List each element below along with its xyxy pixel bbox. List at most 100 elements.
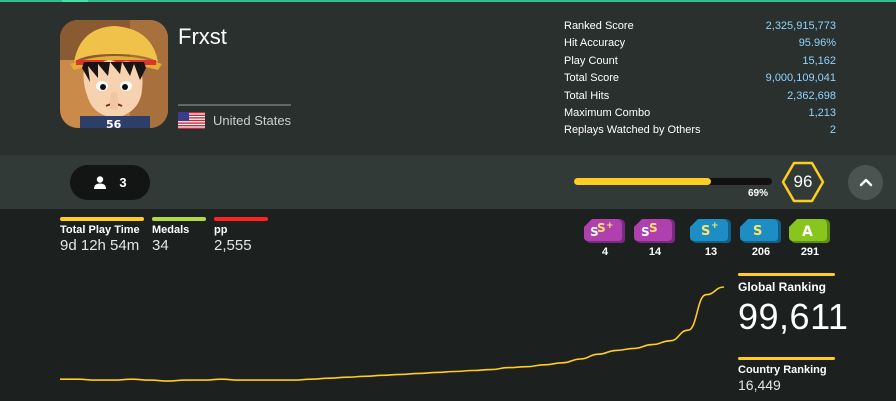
grade-s-plus-icon: S + [690,219,731,243]
rank-history-point[interactable] [183,377,189,383]
stat-play-count: Play Count 15,162 [564,55,836,72]
pp-bar [214,217,268,221]
play-time-label: Total Play Time [60,224,140,236]
rank-history-point[interactable] [721,284,727,290]
rank-history-point[interactable] [506,365,512,371]
info-medals: Medals 34 [152,217,206,254]
global-ranking-label: Global Ranking [738,280,827,294]
info-play-time: Total Play Time 9d 12h 54m [60,217,144,254]
friends-count: 3 [119,175,127,190]
rank-history-point[interactable] [165,378,171,384]
rank-history-point[interactable] [577,356,583,362]
svg-text:A: A [802,224,813,240]
stat-label: Play Count [564,54,618,67]
grade-count: 291 [800,246,820,258]
svg-text:+: + [711,221,719,231]
us-flag-icon [178,112,205,129]
anime-character-avatar-icon: 56 [60,20,168,128]
rank-history-point[interactable] [685,327,691,333]
rank-history-point[interactable] [631,345,637,351]
medals-label: Medals [152,224,190,236]
info-pp: pp 2,555 [214,217,268,254]
rank-history-point[interactable] [219,376,225,382]
grade-counts: S S + 4 S S 14 S + 13 S 206 A 291 [583,217,843,265]
rank-history-point[interactable] [470,368,476,374]
stat-value: 1,213 [808,106,836,119]
rank-history-point[interactable] [649,342,655,348]
rank-history-point[interactable] [398,371,404,377]
username: Frxst [178,24,227,49]
rank-history-point[interactable] [362,373,368,379]
collapse-button[interactable] [848,165,883,200]
rank-history-point[interactable] [667,338,673,344]
medals-bar [152,217,206,221]
rank-history-point[interactable] [75,376,81,382]
rank-history-point[interactable] [129,376,135,382]
rank-history-point[interactable] [434,369,440,375]
rank-history-point[interactable] [559,360,565,366]
rank-history-point[interactable] [595,351,601,357]
grade-ss: S S 14 [633,217,677,258]
rank-history-point[interactable] [416,370,422,376]
medals-value: 34 [152,237,169,254]
stat-label: Replays Watched by Others [564,124,701,137]
rank-history-point[interactable] [308,376,314,382]
country-ranking-label: Country Ranking [738,364,827,376]
rank-history-point[interactable] [111,377,117,383]
rank-history-point[interactable] [57,376,63,382]
rank-history-point[interactable] [236,377,242,383]
grade-s-icon: S [740,219,781,243]
stat-label: Total Hits [564,89,610,102]
grade-sh: S + 13 [689,217,733,258]
svg-text:S: S [597,221,606,235]
rank-history-point[interactable] [524,364,530,370]
rank-history-point[interactable] [272,377,278,383]
stat-replays-watched: Replays Watched by Others 2 [564,124,836,141]
level-progress-percent: 69% [748,188,769,199]
grade-a: A 291 [788,217,832,258]
svg-text:+: + [606,221,614,231]
rank-history-point[interactable] [542,362,548,368]
rank-history-point[interactable] [254,377,260,383]
avatar[interactable]: 56 [60,20,168,128]
grade-count: 14 [648,246,662,258]
grade-a-icon: A [789,219,830,243]
play-time-value: 9d 12h 54m [60,237,140,254]
friends-button[interactable]: 3 [70,165,150,200]
grade-count: 4 [601,246,609,258]
country-ranking-bar [738,357,835,360]
stat-value: 2,362,698 [787,89,836,102]
global-ranking: Global Ranking 99,611 [738,273,848,338]
rank-history-point[interactable] [326,375,332,381]
profile-header: 56 Frxst United States Ranked Score 2,32… [0,2,896,155]
rank-history-point[interactable] [613,347,619,353]
rank-history-point[interactable] [147,377,153,383]
stat-hit-accuracy: Hit Accuracy 95.96% [564,37,836,54]
grade-ss-icon: S S [634,219,675,243]
stat-value: 2 [829,124,836,137]
rank-history-point[interactable] [344,374,350,380]
rank-history-point[interactable] [703,292,709,298]
rank-history-point[interactable] [93,377,99,383]
rank-history-point[interactable] [488,367,494,373]
stat-value: 95.96% [798,37,836,50]
country-name[interactable]: United States [213,113,291,128]
rank-history-line [60,286,725,382]
profile-stats: Ranked Score 2,325,915,773 Hit Accuracy … [564,20,836,142]
svg-text:S: S [701,224,710,239]
profile-main: Total Play Time 9d 12h 54m Medals 34 pp … [0,209,896,401]
level-number: 96 [793,172,813,191]
rank-history-point[interactable] [290,377,296,383]
rank-history-point[interactable] [201,377,207,383]
username-divider [178,104,291,106]
country-ranking-value: 16,449 [738,377,781,393]
global-ranking-value: 99,611 [738,296,849,337]
rank-history-point[interactable] [452,368,458,374]
grade-count: 13 [704,246,718,258]
stat-value: 9,000,109,041 [765,72,836,85]
svg-text:S: S [753,224,762,239]
rank-history-point[interactable] [380,372,386,378]
stat-label: Total Score [564,72,620,85]
chevron-up-icon [859,178,872,187]
grade-s: S 206 [739,217,783,258]
